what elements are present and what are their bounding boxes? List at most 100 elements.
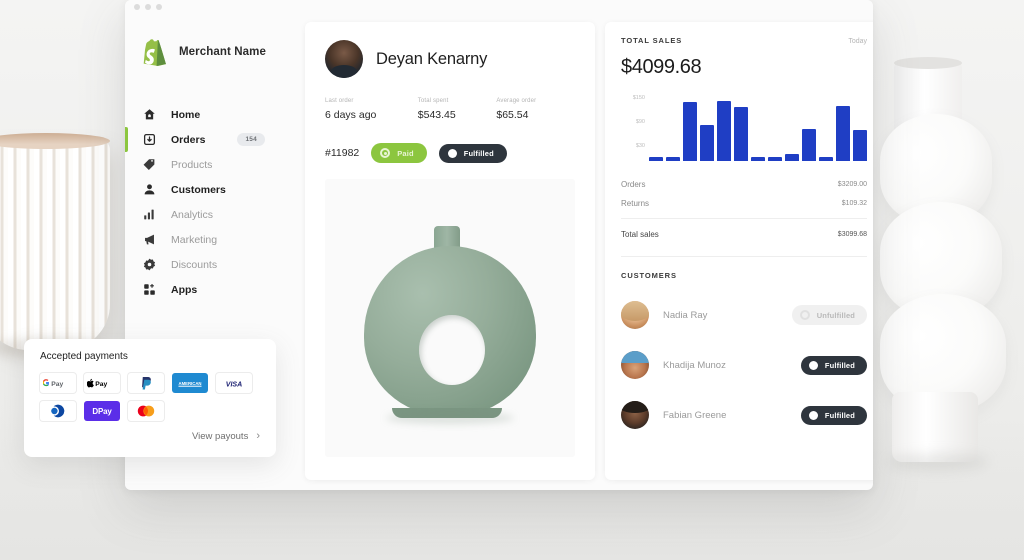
customer-header: Deyan Kenarny [325,40,575,78]
stat-last-order: Last order 6 days ago [325,98,418,121]
status-badge[interactable]: Fulfilled [800,355,867,375]
row-value: $3209.00 [837,181,867,188]
shopify-logo-icon [141,37,169,67]
inbox-icon [141,132,157,148]
vase-shadow [888,454,988,470]
chevron-right-icon: › [256,430,260,442]
sidebar-item-label: Apps [171,283,198,296]
payment-methods-row-1: Pay Pay AMERICAN VISA [40,373,260,393]
list-item[interactable]: Nadia Ray Unfulfilled [621,290,867,340]
person-icon [141,182,157,198]
dpay-label: DPay [92,406,112,416]
sidebar-item-analytics[interactable]: Analytics [125,202,295,227]
sidebar-item-home[interactable]: Home [125,102,295,127]
sidebar-item-marketing[interactable]: Marketing [125,227,295,252]
svg-text:VISA: VISA [226,381,242,388]
row-label: Total sales [621,230,659,239]
svg-text:Pay: Pay [95,381,107,388]
row-label: Returns [621,199,650,208]
status-dot-icon [447,148,457,158]
sales-header: TOTAL SALES Today [621,36,867,45]
sidebar-item-label: Orders [171,133,206,146]
order-id: #11982 [325,147,360,159]
sales-period[interactable]: Today [848,38,867,45]
sales-row-total: Total sales $3099.68 [621,218,867,244]
stat-value: 6 days ago [325,109,377,121]
customer-name: Fabian Greene [663,409,727,421]
payment-status-badge[interactable]: Paid [371,143,427,163]
sidebar-item-label: Analytics [171,208,214,221]
chart-bar [819,157,833,161]
stat-value: $65.54 [496,109,529,121]
fulfillment-status-badge[interactable]: Fulfilled [438,143,507,163]
vase-product-shadow [386,412,514,424]
avatar [621,301,649,329]
chart-bar [768,156,782,161]
mastercard-icon[interactable] [128,401,164,421]
window-minimize-dot[interactable] [145,4,151,10]
sidebar-item-orders[interactable]: Orders 154 [125,127,295,152]
customer-name: Khadija Munoz [663,359,726,371]
sales-section-title: TOTAL SALES [621,36,683,45]
chart-bar [802,129,816,161]
sidebar-item-label: Discounts [171,258,218,271]
list-item[interactable]: Fabian Greene Fulfilled [621,390,867,440]
window-close-dot[interactable] [134,4,140,10]
product-image [325,179,575,457]
chart-bar [700,125,714,161]
chart-bar [785,153,799,161]
svg-text:AMERICAN: AMERICAN [179,381,202,386]
paypal-icon[interactable] [128,373,164,393]
sidebar-item-apps[interactable]: Apps [125,277,295,302]
stat-label: Total spent [417,98,449,104]
megaphone-icon [141,232,157,248]
view-payouts-label: View payouts [191,430,249,442]
customer-stats: Last order 6 days ago Total spent $543.4… [325,98,575,121]
sidebar-item-label: Customers [171,183,226,196]
customer-avatar [325,40,363,78]
chart-bar [853,129,867,161]
status-badge[interactable]: Unfulfilled [791,305,867,325]
customers-list: Nadia Ray Unfulfilled Khadija Munoz Fulf… [621,290,867,440]
google-pay-icon[interactable]: Pay [40,373,76,393]
customer-name: Deyan Kenarny [376,49,488,68]
status-label: Fulfilled [824,410,855,420]
window-maximize-dot[interactable] [156,4,162,10]
chart-bar [751,156,765,161]
order-status-row: #11982 Paid Fulfilled [325,143,575,163]
sidebar-item-products[interactable]: Products [125,152,295,177]
amex-icon[interactable]: AMERICAN [172,373,208,393]
sidebar-item-discounts[interactable]: Discounts [125,252,295,277]
sidebar-item-customers[interactable]: Customers [125,177,295,202]
sidebar-nav: Home Orders 154 Products Customers Analy… [125,102,295,302]
apple-pay-icon[interactable]: Pay [84,373,120,393]
view-payouts-button[interactable]: View payouts › [40,430,260,442]
stat-label: Average order [496,98,537,104]
sidebar-item-label: Marketing [171,233,218,246]
panel-divider [621,256,867,257]
accepted-payments-card: Accepted payments Pay Pay AMERICAN VISA … [24,339,276,457]
visa-icon[interactable]: VISA [216,373,252,393]
chart-bar [683,101,697,161]
stat-label: Last order [325,98,354,104]
order-detail-panel: Deyan Kenarny Last order 6 days ago Tota… [305,22,595,480]
chart-bar [649,157,663,161]
discount-icon [141,257,157,273]
customer-name: Nadia Ray [663,309,708,321]
stat-value: $543.45 [417,109,456,121]
status-badge[interactable]: Fulfilled [800,405,867,425]
list-item[interactable]: Khadija Munoz Fulfilled [621,340,867,390]
status-label: Fulfilled [824,360,855,370]
decorative-white-vase [880,57,1012,470]
sales-row-returns: Returns $109.32 [621,194,867,213]
customers-section-title: CUSTOMERS [621,271,677,280]
chart-bar [666,157,680,161]
status-dot-icon [808,410,818,420]
window-titlebar [125,0,873,14]
dpay-icon[interactable]: DPay [84,401,120,421]
diners-club-icon[interactable] [40,401,76,421]
stat-average-order: Average order $65.54 [496,98,575,121]
payments-title: Accepted payments [40,351,128,362]
chart-bars [649,95,867,161]
payment-methods-row-2: DPay [40,401,260,421]
